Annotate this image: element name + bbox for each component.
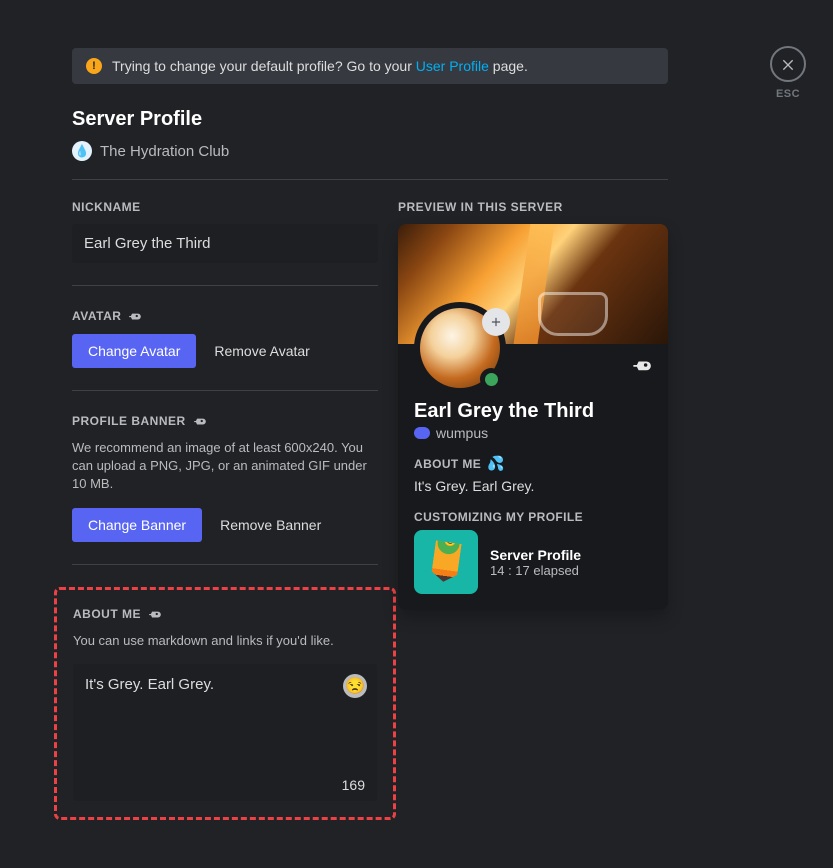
banner-label: PROFILE BANNER	[72, 414, 186, 428]
preview-about-label: ABOUT ME	[414, 457, 481, 471]
remove-avatar-button[interactable]: Remove Avatar	[214, 343, 309, 359]
user-profile-link[interactable]: User Profile	[416, 58, 489, 74]
nickname-label: NICKNAME	[72, 200, 378, 214]
status-online-icon	[480, 368, 502, 390]
activity-elapsed: 14 : 17 elapsed	[490, 563, 581, 578]
about-me-helper: You can use markdown and links if you'd …	[73, 632, 377, 650]
preview-label: PREVIEW IN THIS SERVER	[398, 200, 668, 214]
about-me-input[interactable]	[73, 664, 377, 796]
about-me-label: ABOUT ME	[73, 607, 141, 621]
server-name: The Hydration Club	[100, 143, 229, 160]
preview-activity-label: CUSTOMIZING MY PROFILE	[414, 510, 652, 524]
divider	[72, 390, 378, 391]
change-banner-button[interactable]: Change Banner	[72, 508, 202, 542]
activity-icon: 😊	[414, 530, 478, 594]
add-image-icon	[489, 315, 503, 329]
page-title: Server Profile	[72, 108, 668, 131]
about-me-section-highlight: ABOUT ME You can use markdown and links …	[54, 587, 396, 820]
splash-icon: 💦	[487, 455, 505, 472]
server-icon: 💧	[72, 141, 92, 161]
avatar-label: AVATAR	[72, 309, 121, 323]
nitro-badge-icon	[632, 358, 654, 377]
profile-notice: ! Trying to change your default profile?…	[72, 48, 668, 84]
esc-label: ESC	[776, 88, 800, 100]
change-avatar-button[interactable]: Change Avatar	[72, 334, 196, 368]
close-icon	[780, 56, 796, 72]
divider	[72, 564, 378, 565]
nitro-icon	[127, 308, 143, 324]
close-button[interactable]	[770, 46, 806, 82]
divider	[72, 179, 668, 180]
nickname-input[interactable]	[72, 224, 378, 263]
nitro-icon	[147, 606, 163, 622]
preview-username: wumpus	[436, 425, 488, 441]
warning-icon: !	[86, 58, 102, 74]
char-count: 169	[342, 777, 365, 793]
emoji-icon: 😒	[345, 676, 365, 696]
upload-avatar-button[interactable]	[482, 308, 510, 336]
profile-preview-card: Earl Grey the Third wumpus ABOUT ME 💦 It…	[398, 224, 668, 610]
preview-display-name: Earl Grey the Third	[414, 400, 652, 423]
divider	[72, 285, 378, 286]
preview-about-text: It's Grey. Earl Grey.	[414, 478, 652, 494]
nitro-icon	[192, 413, 208, 429]
emoji-picker-button[interactable]: 😒	[343, 674, 367, 698]
notice-text: Trying to change your default profile? G…	[112, 58, 528, 74]
remove-banner-button[interactable]: Remove Banner	[220, 517, 321, 533]
bot-icon	[414, 427, 430, 439]
banner-helper: We recommend an image of at least 600x24…	[72, 439, 378, 494]
activity-title: Server Profile	[490, 547, 581, 563]
